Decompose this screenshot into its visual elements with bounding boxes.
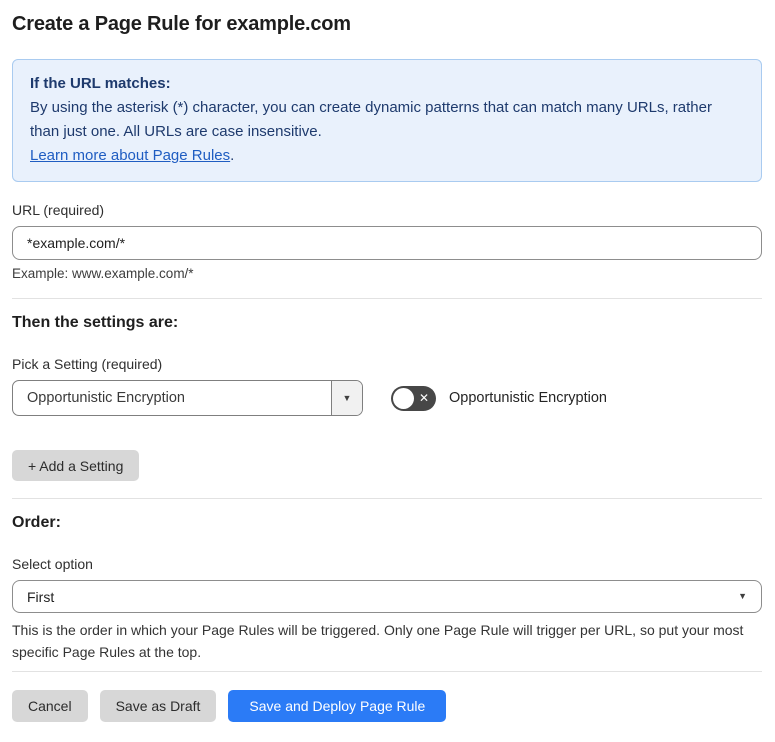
order-section-heading: Order: xyxy=(12,514,61,531)
toggle-knob xyxy=(393,387,414,409)
setting-dropdown-arrow-button[interactable]: ▼ xyxy=(331,381,362,415)
add-setting-button[interactable]: + Add a Setting xyxy=(12,450,140,481)
toggle-off-x-icon: ✕ xyxy=(418,391,429,405)
section-divider xyxy=(12,498,762,499)
pick-setting-label: Pick a Setting (required) xyxy=(12,356,163,372)
create-page-rule-form: Create a Page Rule for example.com If th… xyxy=(0,0,775,742)
cancel-button[interactable]: Cancel xyxy=(12,690,88,722)
page-title: Create a Page Rule for example.com xyxy=(12,13,351,35)
footer-actions: Cancel Save as Draft Save and Deploy Pag… xyxy=(12,690,762,722)
opportunistic-encryption-toggle[interactable]: ✕ xyxy=(391,385,436,411)
url-example-text: Example: www.example.com/* xyxy=(12,266,194,281)
save-deploy-button[interactable]: Save and Deploy Page Rule xyxy=(228,690,447,722)
setting-dropdown[interactable]: Opportunistic Encryption ▼ xyxy=(12,380,363,416)
order-help-text: This is the order in which your Page Rul… xyxy=(12,622,744,660)
order-select-value: First xyxy=(27,588,55,605)
info-box-body: By using the asterisk (*) character, you… xyxy=(30,99,712,140)
info-link-period: . xyxy=(230,147,235,164)
info-box-heading: If the URL matches: xyxy=(30,75,171,92)
toggle-label: Opportunistic Encryption xyxy=(449,390,607,406)
setting-row: Opportunistic Encryption ▼ ✕ Opportunist… xyxy=(12,380,762,416)
url-field-label: URL (required) xyxy=(12,202,105,218)
info-link-line: Learn more about Page Rules. xyxy=(30,144,744,168)
save-draft-button[interactable]: Save as Draft xyxy=(99,690,217,722)
chevron-down-icon: ▼ xyxy=(738,591,747,601)
order-select-label: Select option xyxy=(12,556,93,572)
setting-dropdown-value: Opportunistic Encryption xyxy=(27,390,185,406)
learn-more-link[interactable]: Learn more about Page Rules xyxy=(30,147,230,164)
section-divider xyxy=(12,298,762,299)
url-input[interactable] xyxy=(12,226,762,260)
order-select[interactable]: First ▼ xyxy=(12,580,762,613)
settings-section-heading: Then the settings are: xyxy=(12,314,179,331)
url-match-info-box: If the URL matches: By using the asteris… xyxy=(12,59,762,182)
footer-divider xyxy=(12,671,762,672)
chevron-down-icon: ▼ xyxy=(342,392,352,403)
